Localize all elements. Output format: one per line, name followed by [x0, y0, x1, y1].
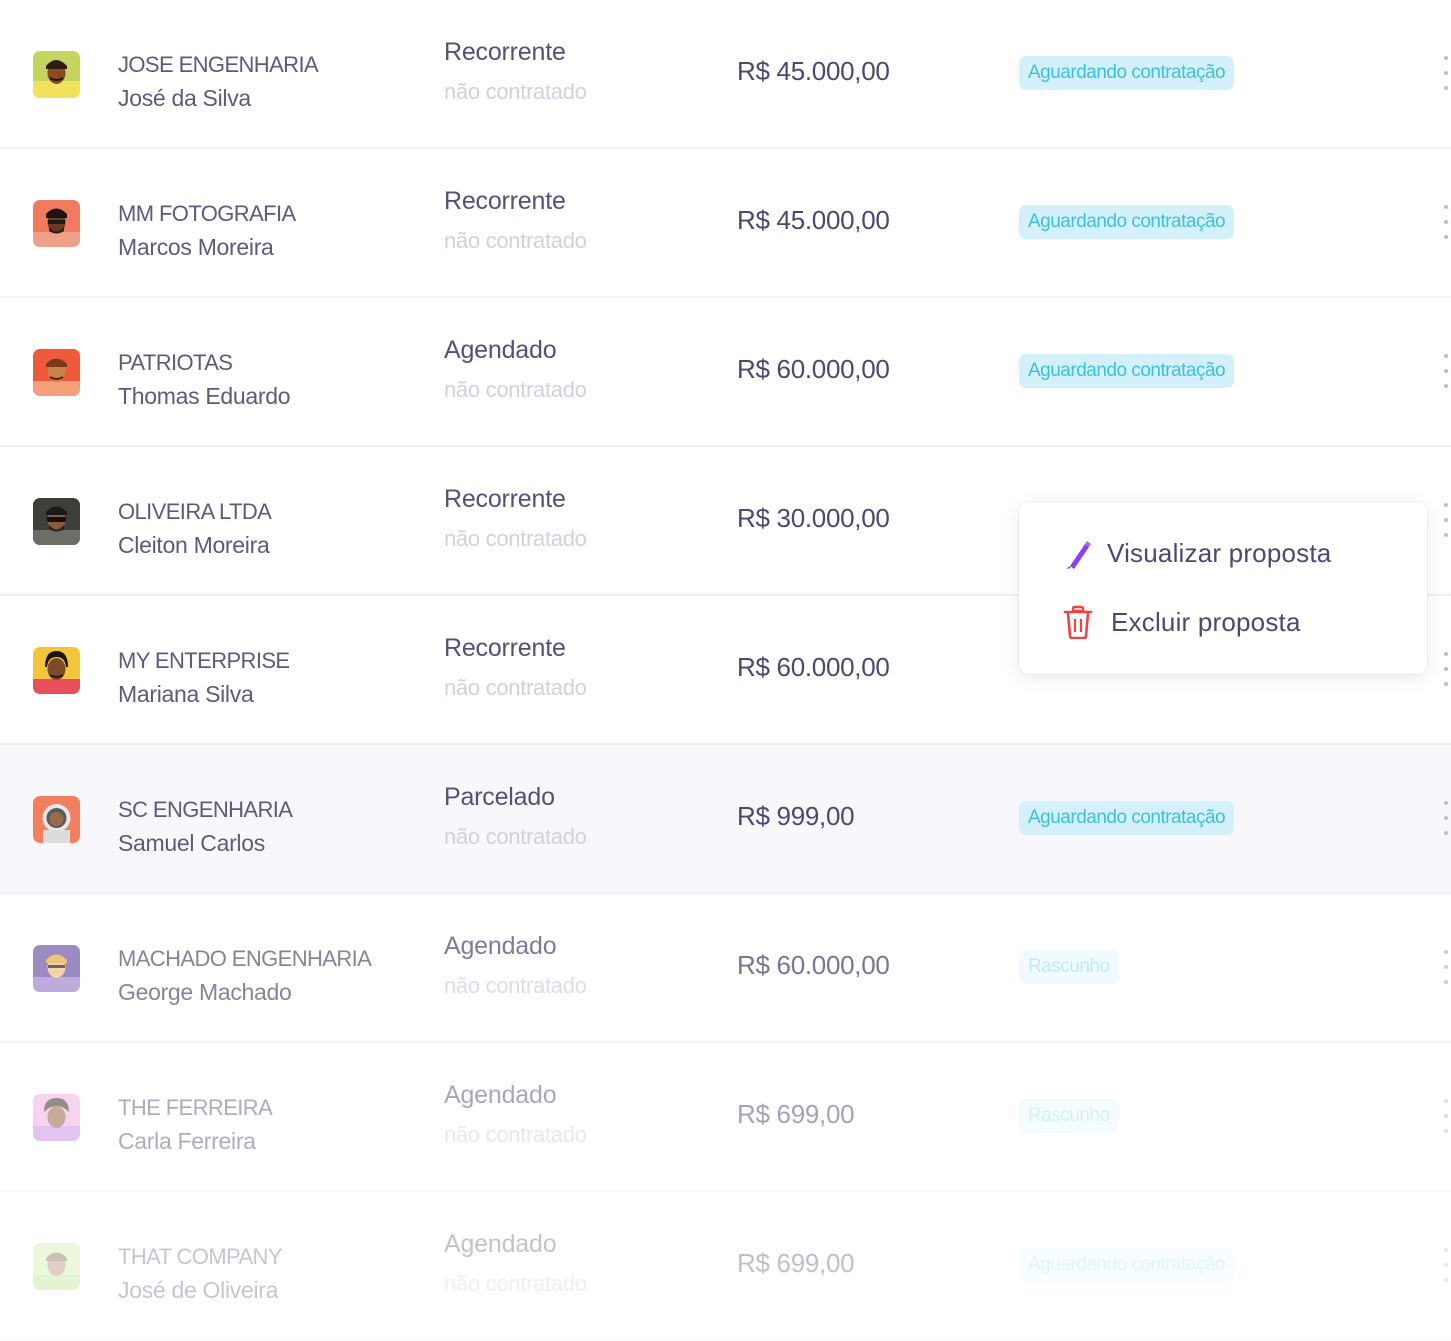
more-options-icon[interactable]: [1443, 503, 1449, 537]
contact-name: José de Oliveira: [118, 1277, 279, 1303]
contact-name: Thomas Eduardo: [118, 383, 291, 409]
company-name: OLIVEIRA LTDA: [118, 499, 272, 524]
more-options-icon[interactable]: [1443, 1248, 1449, 1282]
avatar: [33, 348, 80, 396]
proposal-value: R$ 45.000,00: [737, 56, 890, 86]
billing-type: Recorrente: [444, 634, 566, 662]
status-badge: Aguardando contratação: [1019, 801, 1235, 835]
avatar-man-sunglasses-icon: [33, 497, 80, 545]
proposal-value: R$ 30.000,00: [737, 503, 890, 533]
contract-status: não contratado: [444, 228, 587, 253]
status-badge: Aguardando contratação: [1019, 56, 1235, 90]
more-options-icon[interactable]: [1443, 652, 1449, 686]
avatar-woman-icon: [33, 1093, 80, 1141]
proposal-value: R$ 60.000,00: [737, 950, 890, 980]
avatar: [33, 646, 80, 694]
contact-name: José da Silva: [118, 85, 251, 111]
delete-proposal-menu-item[interactable]: Excluir proposta: [1063, 605, 1301, 639]
status-badge: Aguardando contratação: [1019, 205, 1235, 239]
proposal-value: R$ 699,00: [737, 1248, 855, 1278]
contact-name: Marcos Moreira: [118, 234, 274, 260]
proposal-value: R$ 999,00: [737, 801, 855, 831]
proposal-value: R$ 45.000,00: [737, 205, 890, 235]
company-name: THE FERREIRA: [118, 1095, 273, 1120]
contact-name: Cleiton Moreira: [118, 532, 270, 558]
contract-status: não contratado: [444, 377, 587, 402]
avatar: [33, 50, 80, 98]
avatar-man-icon: [33, 944, 80, 992]
more-options-icon[interactable]: [1443, 1099, 1449, 1133]
company-name: PATRIOTAS: [118, 350, 233, 375]
company-name: JOSE ENGENHARIA: [118, 52, 319, 77]
contact-name: Samuel Carlos: [118, 830, 265, 856]
contract-status: não contratado: [444, 79, 587, 104]
table-row[interactable]: JOSE ENGENHARIA José da Silva Recorrente…: [0, 0, 1451, 149]
status-badge: Aguardando contratação: [1019, 1248, 1235, 1282]
avatar-man-icon: [33, 50, 80, 98]
contact-name: George Machado: [118, 979, 292, 1005]
avatar: [33, 497, 80, 545]
billing-type: Recorrente: [444, 485, 566, 513]
table-row[interactable]: THAT COMPANY José de Oliveira Agendado n…: [0, 1192, 1451, 1341]
contract-status: não contratado: [444, 1122, 587, 1147]
company-name: THAT COMPANY: [118, 1244, 283, 1269]
billing-type: Recorrente: [444, 187, 566, 215]
table-row[interactable]: THE FERREIRA Carla Ferreira Agendado não…: [0, 1043, 1451, 1192]
table-row[interactable]: SC ENGENHARIA Samuel Carlos Parcelado nã…: [0, 745, 1451, 894]
avatar: [33, 1242, 80, 1290]
avatar: [33, 1093, 80, 1141]
billing-type: Agendado: [444, 1230, 557, 1258]
proposal-value: R$ 699,00: [737, 1099, 855, 1129]
billing-type: Recorrente: [444, 38, 566, 66]
avatar-man-icon: [33, 199, 80, 247]
company-name: SC ENGENHARIA: [118, 797, 293, 822]
proposal-value: R$ 60.000,00: [737, 354, 890, 384]
trash-icon: [1063, 605, 1093, 639]
table-row[interactable]: MACHADO ENGENHARIA George Machado Agenda…: [0, 894, 1451, 1043]
billing-type: Agendado: [444, 1081, 557, 1109]
avatar: [33, 944, 80, 992]
status-badge: Rascunho: [1019, 950, 1119, 984]
proposal-value: R$ 60.000,00: [737, 652, 890, 682]
avatar: [33, 199, 80, 247]
table-row[interactable]: PATRIOTAS Thomas Eduardo Agendado não co…: [0, 298, 1451, 447]
company-name: MACHADO ENGENHARIA: [118, 946, 372, 971]
company-name: MY ENTERPRISE: [118, 648, 290, 673]
contract-status: não contratado: [444, 973, 587, 998]
delete-proposal-label: Excluir proposta: [1111, 606, 1301, 637]
pencil-icon: [1067, 541, 1091, 569]
view-proposal-menu-item[interactable]: Visualizar proposta: [1063, 536, 1331, 570]
status-badge: Rascunho: [1019, 1099, 1119, 1133]
more-options-icon[interactable]: [1443, 205, 1449, 239]
avatar: [33, 795, 80, 843]
billing-type: Agendado: [444, 336, 557, 364]
contact-name: Mariana Silva: [118, 681, 254, 707]
more-options-icon[interactable]: [1443, 801, 1449, 835]
avatar-woman-icon: [33, 646, 80, 694]
avatar-man-icon: [33, 348, 80, 396]
more-options-icon[interactable]: [1443, 354, 1449, 388]
company-name: MM FOTOGRAFIA: [118, 201, 296, 226]
avatar-man-icon: [33, 1242, 80, 1290]
proposal-context-menu: Visualizar proposta Excluir proposta: [1019, 502, 1427, 674]
contract-status: não contratado: [444, 824, 587, 849]
more-options-icon[interactable]: [1443, 950, 1449, 984]
contract-status: não contratado: [444, 1271, 587, 1296]
contact-name: Carla Ferreira: [118, 1128, 256, 1154]
billing-type: Agendado: [444, 932, 557, 960]
more-options-icon[interactable]: [1443, 56, 1449, 90]
contract-status: não contratado: [444, 526, 587, 551]
view-proposal-label: Visualizar proposta: [1107, 537, 1332, 568]
status-badge: Aguardando contratação: [1019, 354, 1235, 388]
table-row[interactable]: MM FOTOGRAFIA Marcos Moreira Recorrente …: [0, 149, 1451, 298]
billing-type: Parcelado: [444, 783, 555, 811]
contract-status: não contratado: [444, 675, 587, 700]
avatar-astronaut-icon: [33, 795, 80, 843]
